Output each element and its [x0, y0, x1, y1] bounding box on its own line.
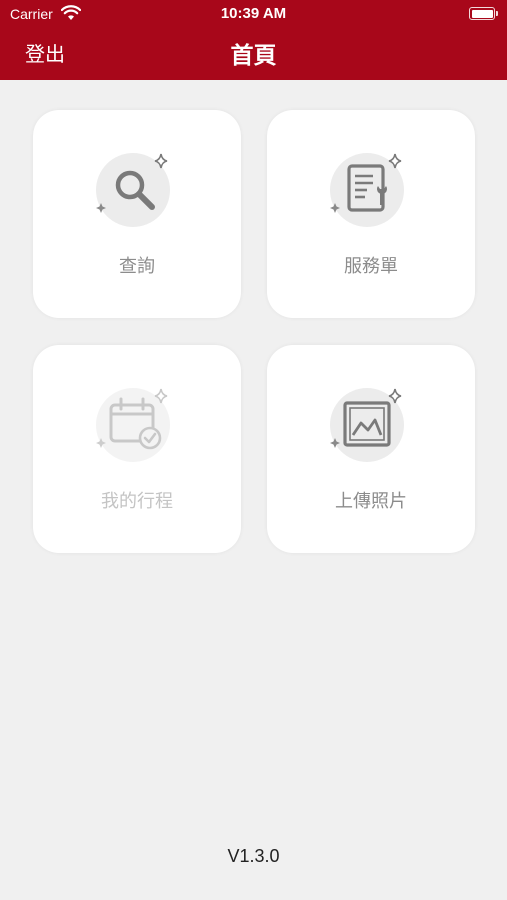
status-bar: Carrier 10:39 AM [0, 0, 507, 28]
status-time: 10:39 AM [220, 5, 287, 22]
service-order-label: 服務單 [344, 256, 398, 277]
calendar-check-icon [95, 383, 179, 467]
my-schedule-card[interactable]: 我的行程 [33, 345, 241, 553]
page-title: 首頁 [230, 43, 277, 69]
my-schedule-label: 我的行程 [101, 491, 173, 512]
service-order-icon [329, 148, 413, 232]
upload-photo-card[interactable]: 上傳照片 [267, 345, 475, 553]
search-label: 查詢 [119, 256, 155, 277]
upload-photo-label: 上傳照片 [335, 491, 407, 512]
app-version: V1.3.0 [227, 846, 280, 866]
image-upload-icon [329, 383, 413, 467]
service-order-card[interactable]: 服務單 [267, 110, 475, 318]
search-icon [95, 148, 179, 232]
search-card[interactable]: 查詢 [33, 110, 241, 318]
battery-icon [469, 7, 498, 20]
app-header: Carrier 10:39 AM 登出 首頁 [0, 0, 507, 80]
